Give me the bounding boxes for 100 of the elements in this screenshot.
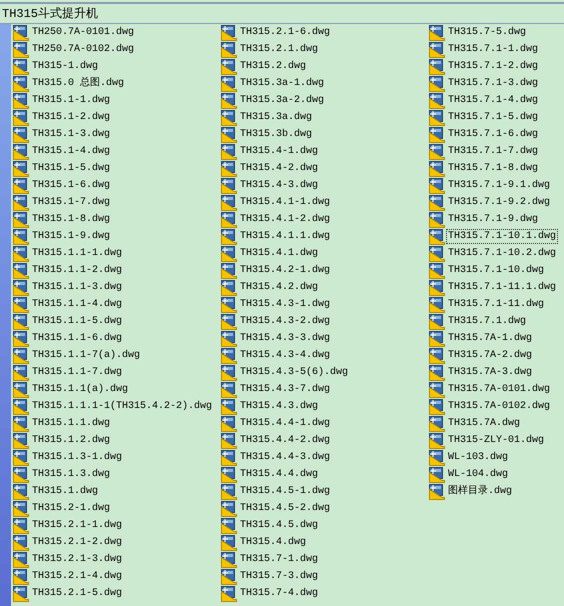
file-name[interactable]: TH315.1.3-1.dwg <box>30 450 124 465</box>
file-name[interactable]: TH315.1-9.dwg <box>30 229 112 244</box>
file-name[interactable]: TH315.1.1.dwg <box>30 416 112 431</box>
file-name[interactable]: TH315.4.3.dwg <box>238 399 320 414</box>
file-name[interactable]: TH315.4.dwg <box>238 535 308 550</box>
file-name[interactable]: TH315.1.2.dwg <box>30 433 112 448</box>
file-name[interactable]: TH315.1-5.dwg <box>30 161 112 176</box>
file-name[interactable]: TH315.7A-1.dwg <box>446 331 534 346</box>
file-name[interactable]: TH315.4.1-1.dwg <box>238 195 332 210</box>
file-name[interactable]: TH315.7.1-5.dwg <box>446 110 540 125</box>
file-name[interactable]: TH315.3a-2.dwg <box>238 93 326 108</box>
file-name[interactable]: TH315.7.1-7.dwg <box>446 144 540 159</box>
file-name[interactable]: TH315.2.1-2.dwg <box>30 535 124 550</box>
file-name[interactable]: TH315.7.1-2.dwg <box>446 59 540 74</box>
file-name[interactable]: TH315.4.5-2.dwg <box>238 501 332 516</box>
file-name[interactable]: TH250.7A-0102.dwg <box>30 42 136 57</box>
file-name[interactable]: TH315.1-1.dwg <box>30 93 112 108</box>
file-name[interactable]: TH315.1.1-1.dwg <box>30 246 124 261</box>
file-name[interactable]: TH315.7.1-3.dwg <box>446 76 540 91</box>
file-name[interactable]: TH315.4.3-2.dwg <box>238 314 332 329</box>
file-name[interactable]: TH315.7.1-10.1.dwg <box>446 229 558 244</box>
file-name[interactable]: TH315.4.3-5(6).dwg <box>238 365 350 380</box>
file-name[interactable]: TH315.7.1-9.2.dwg <box>446 195 552 210</box>
file-name[interactable]: TH315-ZLY-01.dwg <box>446 433 546 448</box>
file-name[interactable]: TH315.4.4.dwg <box>238 467 320 482</box>
file-name[interactable]: TH315.7.1-8.dwg <box>446 161 540 176</box>
file-name[interactable]: TH315.7-3.dwg <box>238 569 320 584</box>
file-name[interactable]: TH315.4.4-1.dwg <box>238 416 332 431</box>
file-name[interactable]: TH315.1-8.dwg <box>30 212 112 227</box>
drawing-file-icon <box>221 76 237 92</box>
file-name[interactable]: WL-103.dwg <box>446 450 510 465</box>
file-name[interactable]: TH315.1.1-7.dwg <box>30 365 124 380</box>
file-name[interactable]: TH315.4.3-1.dwg <box>238 297 332 312</box>
file-name[interactable]: TH315.1.1-5.dwg <box>30 314 124 329</box>
file-name[interactable]: TH315.3b.dwg <box>238 127 314 142</box>
file-name[interactable]: TH315.7.1-9.dwg <box>446 212 540 227</box>
file-name[interactable]: TH315.1.1-6.dwg <box>30 331 124 346</box>
file-name[interactable]: TH315.4.3-3.dwg <box>238 331 332 346</box>
file-name[interactable]: TH315.2.1-3.dwg <box>30 552 124 567</box>
file-name[interactable]: TH315.4.2.dwg <box>238 280 320 295</box>
file-name[interactable]: TH315.4.1.dwg <box>238 246 320 261</box>
file-name[interactable]: TH315.7.1-11.1.dwg <box>446 280 558 295</box>
file-name[interactable]: TH250.7A-0101.dwg <box>30 25 136 40</box>
file-name[interactable]: TH315.1.1-4.dwg <box>30 297 124 312</box>
file-name[interactable]: TH315.7.1-6.dwg <box>446 127 540 142</box>
file-name[interactable]: TH315.2.1.dwg <box>238 42 320 57</box>
file-name[interactable]: TH315.1-3.dwg <box>30 127 112 142</box>
file-name[interactable]: TH315.7.1.dwg <box>446 314 528 329</box>
drawing-file-icon <box>221 416 237 432</box>
file-name[interactable]: TH315.2-1.dwg <box>30 501 112 516</box>
file-name[interactable]: TH315.7A-0101.dwg <box>446 382 552 397</box>
file-name[interactable]: TH315.4-1.dwg <box>238 144 320 159</box>
file-name[interactable]: TH315.1-2.dwg <box>30 110 112 125</box>
file-name[interactable]: TH315.1.3.dwg <box>30 467 112 482</box>
file-name[interactable]: TH315.1.1-2.dwg <box>30 263 124 278</box>
file-name[interactable]: TH315.1-6.dwg <box>30 178 112 193</box>
file-name[interactable]: TH315.4.3-7.dwg <box>238 382 332 397</box>
file-name[interactable]: TH315.4.1.1.dwg <box>238 229 332 244</box>
file-name[interactable]: TH315.7.1-1.dwg <box>446 42 540 57</box>
file-name[interactable]: TH315.4-3.dwg <box>238 178 320 193</box>
drawing-file-icon <box>221 262 237 278</box>
file-name[interactable]: TH315.4-2.dwg <box>238 161 320 176</box>
file-name[interactable]: TH315.1.1-7(a).dwg <box>30 348 142 363</box>
file-name[interactable]: TH315.4.4-2.dwg <box>238 433 332 448</box>
file-name[interactable]: TH315.7A-3.dwg <box>446 365 534 380</box>
file-name[interactable]: TH315.4.4-3.dwg <box>238 450 332 465</box>
file-name[interactable]: TH315.2.1-1.dwg <box>30 518 124 533</box>
file-name[interactable]: TH315.4.5.dwg <box>238 518 320 533</box>
file-name[interactable]: TH315.7.1-11.dwg <box>446 297 546 312</box>
file-name[interactable]: TH315.1-4.dwg <box>30 144 112 159</box>
file-name[interactable]: TH315.7A.dwg <box>446 416 522 431</box>
file-name[interactable]: TH315.7.1-4.dwg <box>446 93 540 108</box>
file-name[interactable]: TH315.1.dwg <box>30 484 100 499</box>
file-name[interactable]: TH315.4.2-1.dwg <box>238 263 332 278</box>
file-name[interactable]: TH315.1.1.1-1(TH315.4.2-2).dwg <box>30 399 214 414</box>
file-name[interactable]: TH315.7A-2.dwg <box>446 348 534 363</box>
file-name[interactable]: TH315.7.1-10.2.dwg <box>446 246 558 261</box>
file-name[interactable]: TH315.2.dwg <box>238 59 308 74</box>
file-name[interactable]: TH315.1.1(a).dwg <box>30 382 130 397</box>
file-name[interactable]: TH315.7-4.dwg <box>238 586 320 601</box>
file-name[interactable]: TH315.4.5-1.dwg <box>238 484 332 499</box>
file-name[interactable]: WL-104.dwg <box>446 467 510 482</box>
file-name[interactable]: TH315.0 总图.dwg <box>30 76 126 91</box>
file-name[interactable]: TH315.2.1-4.dwg <box>30 569 124 584</box>
file-name[interactable]: TH315.7-1.dwg <box>238 552 320 567</box>
file-name[interactable]: TH315.7.1-10.dwg <box>446 263 546 278</box>
file-name[interactable]: TH315.2.1-5.dwg <box>30 586 124 601</box>
file-name[interactable]: TH315.7-5.dwg <box>446 25 528 40</box>
drawing-file-icon <box>429 160 445 176</box>
file-name[interactable]: TH315.3a.dwg <box>238 110 314 125</box>
file-name[interactable]: TH315.4.3-4.dwg <box>238 348 332 363</box>
file-name[interactable]: 图样目录.dwg <box>446 484 514 499</box>
file-name[interactable]: TH315.3a-1.dwg <box>238 76 326 91</box>
file-name[interactable]: TH315.7.1-9.1.dwg <box>446 178 552 193</box>
file-name[interactable]: TH315-1.dwg <box>30 59 100 74</box>
file-name[interactable]: TH315.1.1-3.dwg <box>30 280 124 295</box>
file-name[interactable]: TH315.1-7.dwg <box>30 195 112 210</box>
file-name[interactable]: TH315.4.1-2.dwg <box>238 212 332 227</box>
file-name[interactable]: TH315.2.1-6.dwg <box>238 25 332 40</box>
file-name[interactable]: TH315.7A-0102.dwg <box>446 399 552 414</box>
